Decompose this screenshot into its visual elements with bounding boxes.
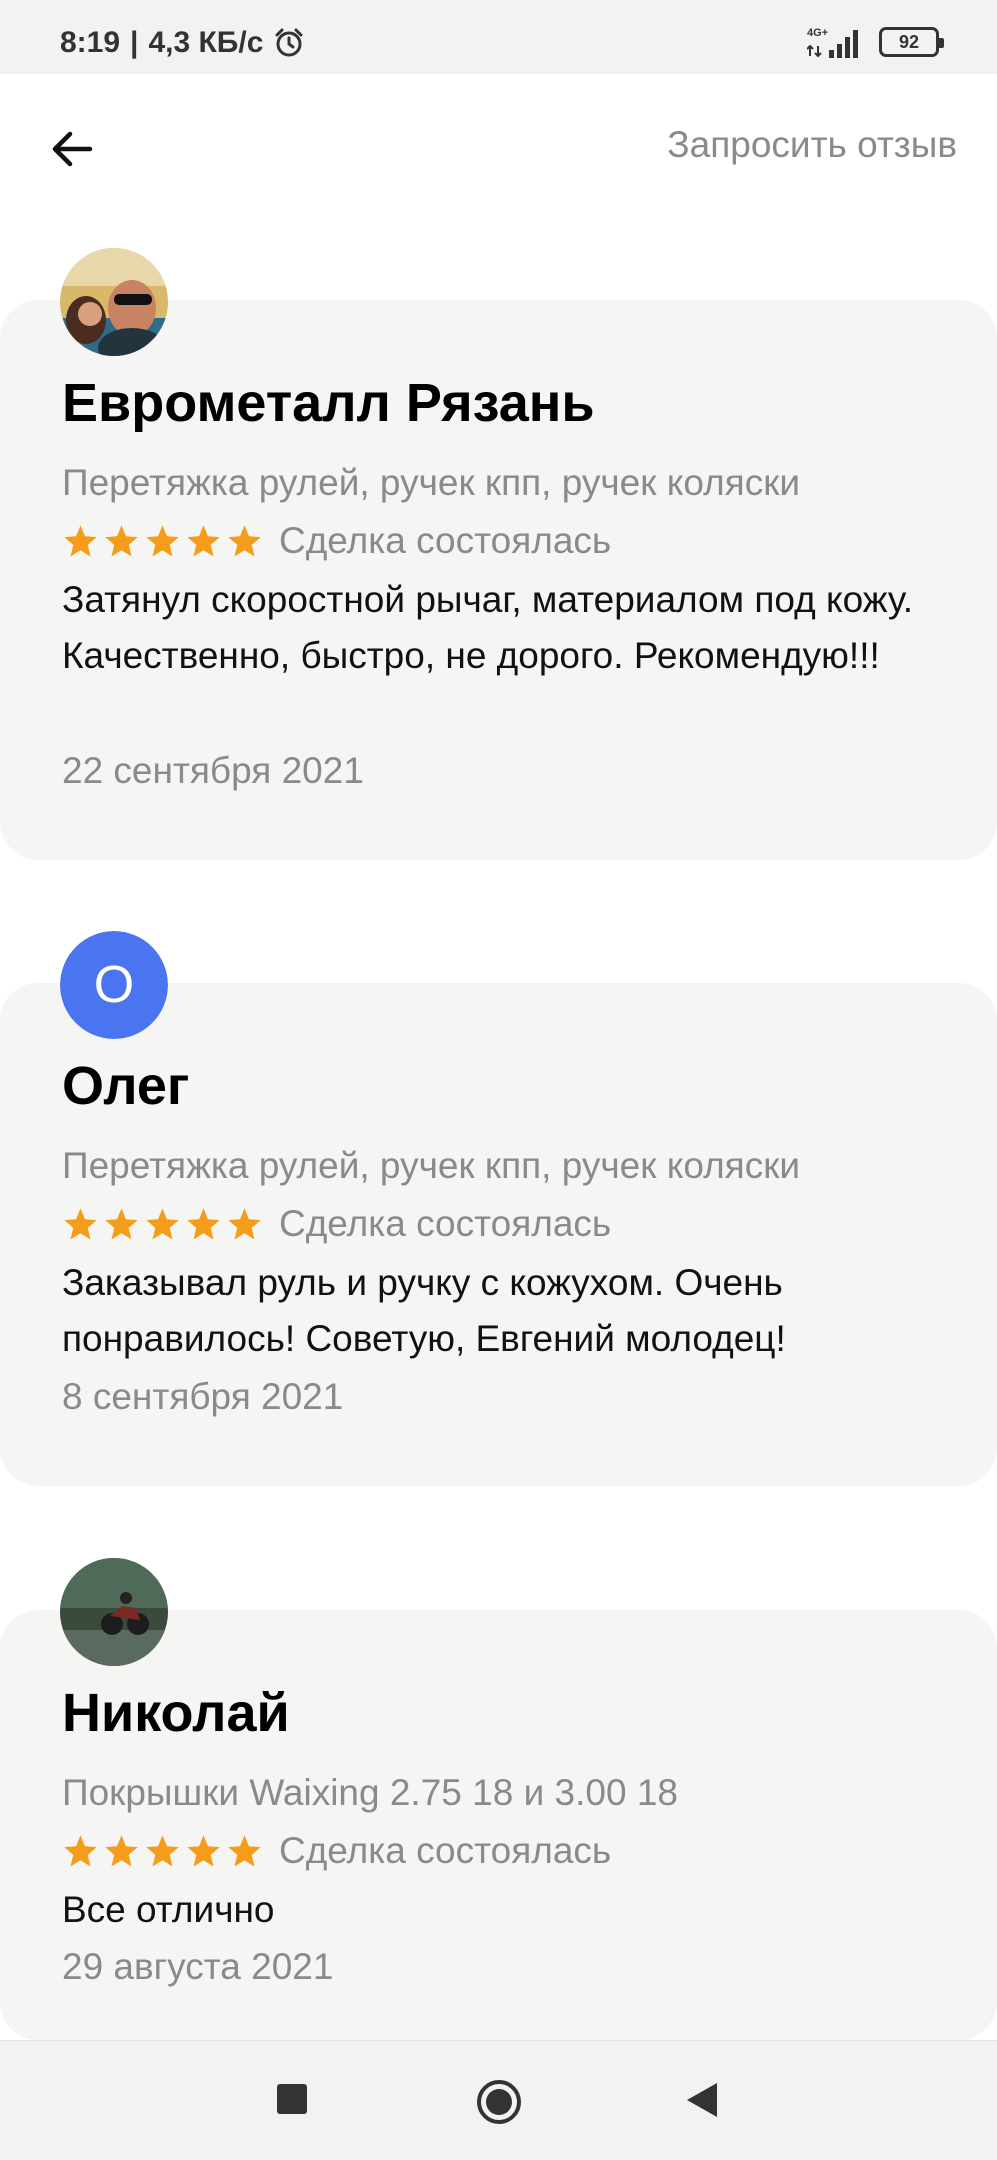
service-name: Перетяжка рулей, ручек кпп, ручек коляск…	[62, 1145, 801, 1186]
back-button[interactable]	[42, 119, 102, 179]
star-icon	[105, 524, 138, 556]
star-icon	[64, 1207, 97, 1239]
star-icon	[187, 1207, 220, 1239]
rating-stars	[62, 1206, 263, 1243]
service-name: Перетяжка рулей, ручек кпп, ручек коляск…	[62, 462, 801, 503]
star-icon	[228, 1834, 261, 1866]
battery-level: 92	[898, 31, 920, 52]
status-right: 4G+ 92	[806, 24, 944, 60]
avatar[interactable]	[60, 248, 168, 356]
nav-back-button[interactable]	[684, 2081, 718, 2124]
recent-apps-button[interactable]	[276, 2083, 308, 2120]
star-icon	[64, 1834, 97, 1866]
review-card: Николай Покрышки Waixing 2.75 18 и 3.00 …	[0, 1558, 997, 2040]
top-bar: Запросить отзыв	[0, 74, 997, 224]
review-text: Заказывал руль и ручку с кожухом. Очень …	[62, 1262, 786, 1359]
deal-status: Сделка состоялась	[279, 1830, 612, 1871]
reviewer-name[interactable]: Олег	[62, 1055, 189, 1117]
review-card: Еврометалл Рязань Перетяжка рулей, ручек…	[0, 248, 997, 860]
deal-status: Сделка состоялась	[279, 1203, 612, 1244]
reviewer-name[interactable]: Еврометалл Рязань	[62, 372, 595, 434]
system-nav-bar	[0, 2040, 997, 2160]
photo-avatar	[60, 248, 168, 356]
status-bar: 8:19 | 4,3 КБ/с 4G+ 92	[0, 0, 997, 74]
service-name: Покрышки Waixing 2.75 18 и 3.00 18	[62, 1772, 678, 1813]
deal-status: Сделка состоялась	[279, 520, 612, 561]
reviewer-name[interactable]: Николай	[62, 1682, 290, 1744]
rating-stars	[62, 1833, 263, 1870]
rating-row: Сделка состоялась	[62, 1203, 611, 1245]
avatar[interactable]	[60, 1558, 168, 1666]
back-icon	[687, 2083, 717, 2117]
battery-icon: 92	[879, 27, 944, 57]
star-icon	[105, 1207, 138, 1239]
rating-stars	[62, 523, 263, 560]
home-button[interactable]	[476, 2079, 522, 2130]
status-time: 8:19	[60, 26, 121, 59]
avatar-letter: О	[60, 931, 168, 1039]
request-review-button[interactable]: Запросить отзыв	[667, 124, 957, 166]
star-icon	[64, 524, 97, 556]
star-icon	[187, 524, 220, 556]
star-icon	[187, 1834, 220, 1866]
status-divider: |	[130, 26, 139, 59]
home-icon	[477, 2080, 521, 2124]
review-text: Затянул скоростной рычаг, материалом под…	[62, 579, 913, 676]
review-date: 8 сентября 2021	[62, 1376, 344, 1417]
review-date: 22 сентября 2021	[62, 750, 364, 791]
signal-icon: 4G+	[806, 24, 865, 60]
photo-avatar	[60, 1558, 168, 1666]
star-icon	[228, 524, 261, 556]
star-icon	[105, 1834, 138, 1866]
status-left: 8:19 | 4,3 КБ/с	[60, 26, 305, 60]
star-icon	[146, 524, 179, 556]
star-icon	[146, 1207, 179, 1239]
review-card: О Олег Перетяжка рулей, ручек кпп, ручек…	[0, 931, 997, 1486]
review-date: 29 августа 2021	[62, 1946, 334, 1987]
alarm-icon	[273, 27, 305, 59]
star-icon	[228, 1207, 261, 1239]
svg-text:4G+: 4G+	[807, 27, 828, 39]
rating-row: Сделка состоялась	[62, 520, 611, 562]
review-text: Все отлично	[62, 1889, 275, 1930]
avatar[interactable]: О	[60, 931, 168, 1039]
recent-apps-icon	[277, 2084, 307, 2114]
arrow-left-icon	[52, 131, 93, 167]
star-icon	[146, 1834, 179, 1866]
rating-row: Сделка состоялась	[62, 1830, 611, 1872]
status-speed: 4,3 КБ/с	[148, 26, 264, 59]
